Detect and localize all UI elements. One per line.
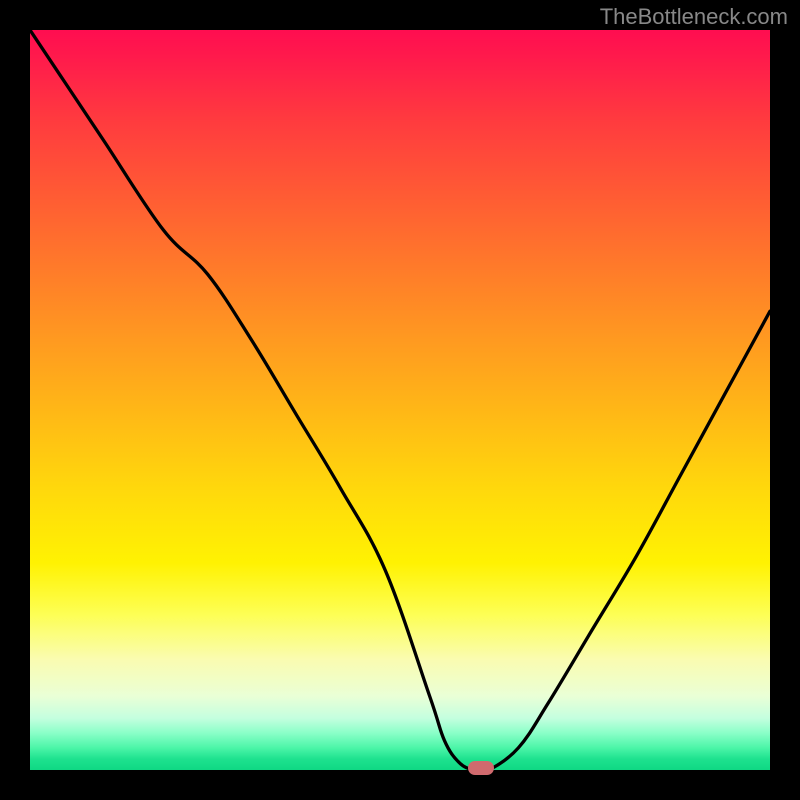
chart-plot-area [30,30,770,770]
watermark-text: TheBottleneck.com [600,4,788,30]
bottleneck-curve [30,30,770,770]
minimum-marker [468,761,494,775]
